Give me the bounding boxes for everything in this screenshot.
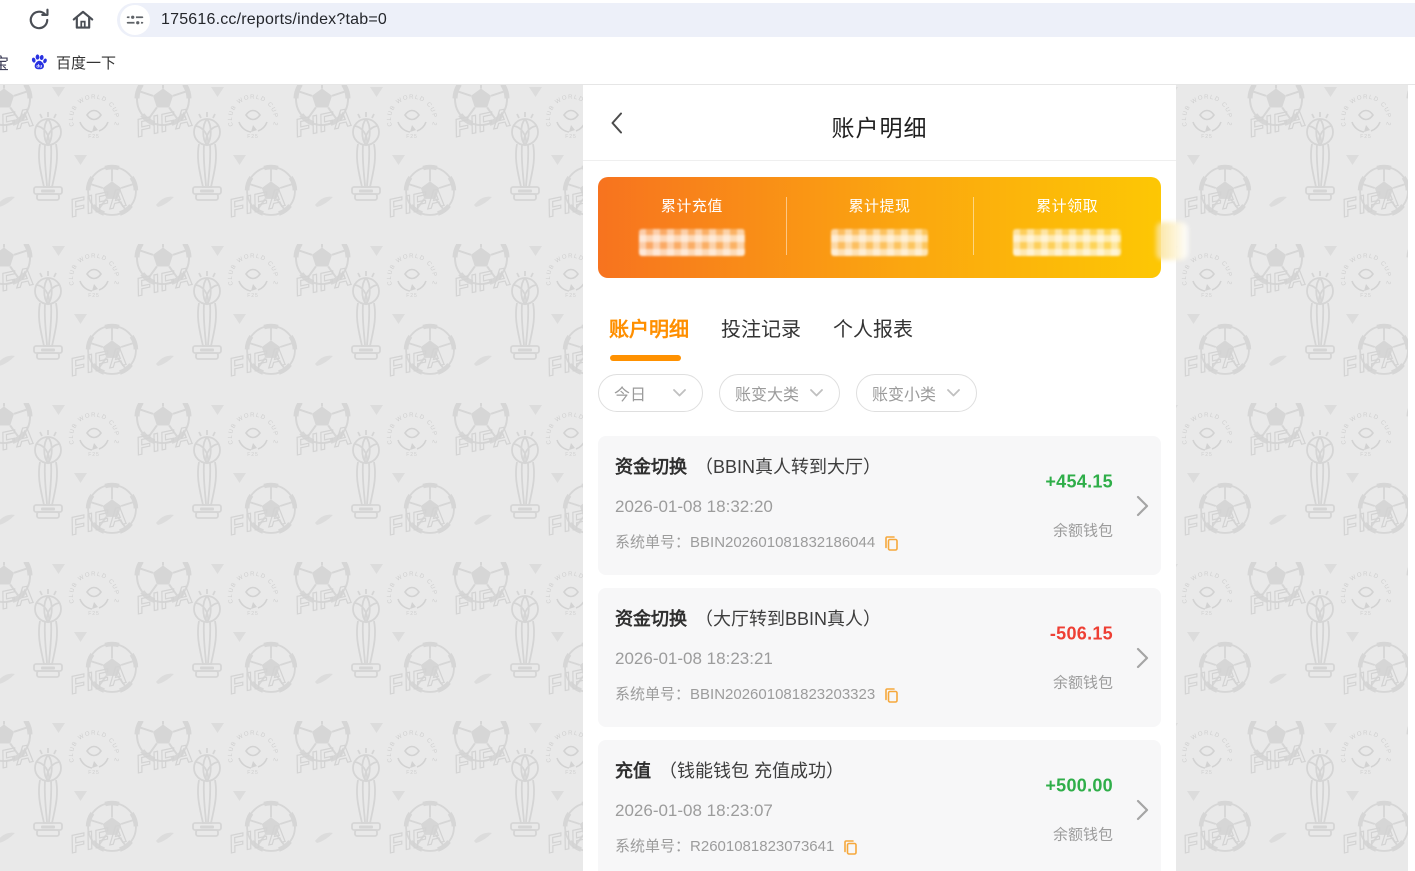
- record-list: 资金切换 （BBIN真人转到大厅） 2026-01-08 18:32:20 系统单…: [598, 436, 1161, 871]
- record-amount: +454.15: [1045, 471, 1113, 492]
- baidu-favicon: du: [30, 53, 48, 71]
- tab-bet-records[interactable]: 投注记录: [721, 313, 801, 361]
- filter-label: 账变大类: [735, 381, 799, 405]
- masked-value: [831, 229, 928, 256]
- record-title: 资金切换 （BBIN真人转到大厅）: [615, 455, 1011, 480]
- record-order-line: 系统单号：BBIN202601081823203323: [615, 685, 1011, 705]
- site-info-icon[interactable]: [120, 5, 150, 35]
- browser-toolbar: 175616.cc/reports/index?tab=0: [0, 0, 1415, 40]
- censor-blob: [1156, 222, 1188, 260]
- bookmark-baidu[interactable]: du 百度一下: [30, 52, 116, 73]
- transaction-card[interactable]: 资金切换 （大厅转到BBIN真人） 2026-01-08 18:23:21 系统单…: [598, 588, 1161, 727]
- tab-personal-report[interactable]: 个人报表: [833, 313, 913, 361]
- record-type: 资金切换: [615, 457, 687, 477]
- record-amount-block: +500.00 余额钱包: [1045, 775, 1113, 844]
- copy-icon[interactable]: [883, 687, 899, 704]
- order-number: BBIN202601081832186044: [690, 533, 875, 553]
- svg-text:du: du: [36, 64, 42, 69]
- panel-header: 账户明细: [583, 85, 1176, 161]
- url-text[interactable]: 175616.cc/reports/index?tab=0: [161, 11, 387, 29]
- record-datetime: 2026-01-08 18:23:21: [615, 647, 1011, 671]
- address-bar[interactable]: 175616.cc/reports/index?tab=0: [117, 3, 1415, 37]
- filter-bar: 今日 账变大类 账变小类: [598, 374, 1176, 412]
- filter-minor-type-dropdown[interactable]: 账变小类: [856, 374, 977, 412]
- order-label: 系统单号：: [615, 837, 690, 857]
- summary-label: 累计充值: [598, 195, 786, 216]
- copy-icon[interactable]: [842, 839, 858, 856]
- copy-icon[interactable]: [883, 535, 899, 552]
- record-amount: -506.15: [1050, 623, 1113, 644]
- record-detail: （大厅转到BBIN真人）: [695, 609, 881, 629]
- account-detail-panel: 账户明细 累计充值 累计提现 累计领取 账户明细 投注记录 个人报表 今日: [583, 85, 1176, 871]
- tab-account-detail[interactable]: 账户明细: [609, 313, 689, 361]
- home-icon[interactable]: [70, 7, 96, 33]
- record-detail: （钱能钱包 充值成功）: [659, 761, 844, 781]
- transaction-card[interactable]: 资金切换 （BBIN真人转到大厅） 2026-01-08 18:32:20 系统单…: [598, 436, 1161, 575]
- filter-label: 账变小类: [872, 381, 936, 405]
- summary-label: 累计提现: [786, 195, 974, 216]
- record-order-line: 系统单号：R2601081823073641: [615, 837, 1011, 857]
- summary-col-withdraw: 累计提现: [786, 195, 974, 278]
- filter-label: 今日: [614, 381, 646, 405]
- record-wallet: 余额钱包: [1050, 671, 1113, 692]
- order-number: BBIN202601081823203323: [690, 685, 875, 705]
- record-title: 充值 （钱能钱包 充值成功）: [615, 759, 1011, 784]
- chevron-right-icon[interactable]: [1135, 494, 1150, 518]
- record-datetime: 2026-01-08 18:32:20: [615, 495, 1011, 519]
- browser-scrollbar[interactable]: [1408, 85, 1415, 871]
- summary-label: 累计领取: [973, 195, 1161, 216]
- record-wallet: 余额钱包: [1045, 823, 1113, 844]
- summary-card: 累计充值 累计提现 累计领取: [598, 177, 1161, 278]
- bookmark-label: 百度一下: [56, 52, 116, 73]
- order-label: 系统单号：: [615, 685, 690, 705]
- page-content: CLUB WORLD CUP 25 F25 FIFA: [0, 85, 1415, 871]
- record-order-line: 系统单号：BBIN202601081832186044: [615, 533, 1011, 553]
- chevron-right-icon[interactable]: [1135, 646, 1150, 670]
- chevron-down-icon: [810, 389, 823, 397]
- masked-value: [639, 229, 745, 256]
- reload-icon[interactable]: [26, 7, 52, 33]
- record-type: 资金切换: [615, 609, 687, 629]
- page-title: 账户明细: [583, 109, 1176, 143]
- record-datetime: 2026-01-08 18:23:07: [615, 799, 1011, 823]
- transaction-card[interactable]: 充值 （钱能钱包 充值成功） 2026-01-08 18:23:07 系统单号：R…: [598, 740, 1161, 871]
- record-type: 充值: [615, 761, 651, 781]
- masked-value: [1013, 229, 1121, 256]
- clipped-bookmark-icon[interactable]: 宝: [0, 50, 11, 74]
- bookmarks-bar: 宝 du 百度一下: [0, 40, 1415, 85]
- summary-col-deposit: 累计充值: [598, 195, 786, 278]
- chevron-down-icon: [673, 389, 686, 397]
- record-amount-block: -506.15 余额钱包: [1050, 623, 1113, 692]
- record-amount-block: +454.15 余额钱包: [1045, 471, 1113, 540]
- tab-bar: 账户明细 投注记录 个人报表: [609, 313, 1176, 361]
- record-wallet: 余额钱包: [1045, 519, 1113, 540]
- record-amount: +500.00: [1045, 775, 1113, 796]
- filter-date-dropdown[interactable]: 今日: [598, 374, 703, 412]
- record-title: 资金切换 （大厅转到BBIN真人）: [615, 607, 1011, 632]
- order-label: 系统单号：: [615, 533, 690, 553]
- record-detail: （BBIN真人转到大厅）: [695, 457, 881, 477]
- chevron-down-icon: [947, 389, 960, 397]
- chevron-right-icon[interactable]: [1135, 798, 1150, 822]
- filter-major-type-dropdown[interactable]: 账变大类: [719, 374, 840, 412]
- summary-col-claim: 累计领取: [973, 195, 1161, 278]
- order-number: R2601081823073641: [690, 837, 834, 857]
